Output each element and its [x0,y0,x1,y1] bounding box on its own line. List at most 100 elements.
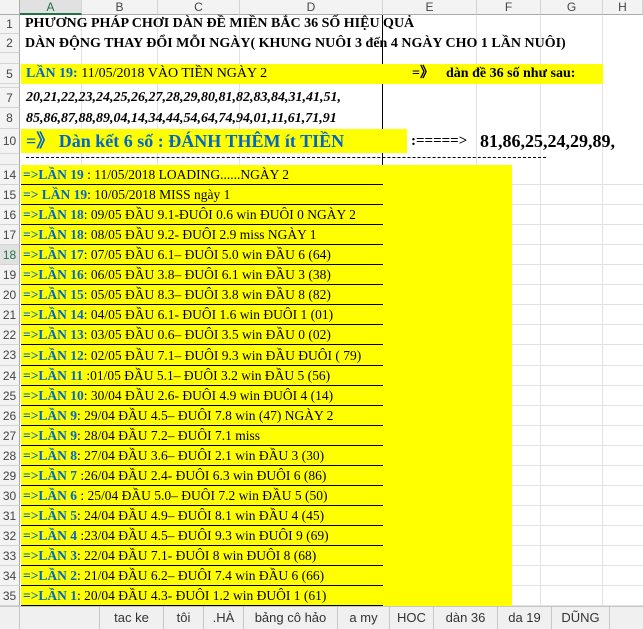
lan-prefix: =>LẦN 18 [23,207,84,222]
lan-prefix: =>LẦN 8 [23,448,78,463]
row-header[interactable]: 2 [0,34,20,53]
tab-scroll-left-icon[interactable] [0,607,20,629]
gridline [540,15,541,606]
lan-detail: : 24/04 ĐẦU 4.9– ĐUÔI 8.1 win ĐẦU 4 (45) [77,508,325,523]
column-header-g[interactable]: G [541,0,603,15]
lan-detail: :26/04 ĐẦU 2.4- ĐUÔI 6.3 win ĐUÔI 6 (86) [77,468,327,483]
lan-detail: : 20/04 ĐẦU 4.3- ĐUÔI 1.2 win ĐUÔI 1 (61… [77,588,327,603]
column-header-h[interactable]: H [603,0,643,15]
row-header[interactable]: 1 [0,15,20,34]
gridline [512,465,643,466]
sheet-tab[interactable]: dàn 36 [434,607,498,629]
lan-history-row: =>LẦN 14: 04/05 ĐẦU 6.1- ĐUÔI 1.6 win ĐU… [21,305,383,325]
column-header-d[interactable]: D [240,0,383,15]
lan-history-row: =>LẦN 10: 30/04 ĐẦU 2.6- ĐUÔI 4.9 win ĐU… [21,386,383,406]
gridline [512,565,643,566]
column-header-b[interactable]: B [82,0,158,15]
spreadsheet-grid[interactable]: A B C D E F G H 1 2 5 7 8 10 14 15 16 17 18 1… [0,0,643,629]
row-header[interactable]: 21 [0,305,20,325]
row-header[interactable]: 16 [0,205,20,225]
row-header[interactable]: 24 [0,366,20,386]
row5-right-label: dàn đề 36 số như sau: [446,66,576,81]
row-header[interactable]: 29 [0,466,20,486]
row-header[interactable]: 20 [0,285,20,305]
row-header[interactable]: 34 [0,566,20,586]
row-header[interactable]: 32 [0,526,20,546]
lan-prefix: =>LẦN 6 [23,488,78,503]
gridline [512,385,643,386]
lan-history-row: =>LẦN 16: 06/05 ĐẦU 3.8– ĐUÔI 6.1 win ĐẦ… [21,265,383,285]
lan-history-row: =>LẦN 6 : 25/04 ĐẦU 5.0– ĐUÔI 7.2 win ĐẦ… [21,486,383,506]
column-header-f[interactable]: F [477,0,541,15]
tab-navigation-gap [20,607,100,629]
lan-prefix: =>LẦN 3 [23,548,78,563]
row-header[interactable]: 26 [0,406,20,426]
row-header-hidden-gap [0,53,20,64]
row-header[interactable]: 31 [0,506,20,526]
gridline [602,15,603,606]
row-header[interactable]: 19 [0,265,20,285]
row-header[interactable]: 22 [0,325,20,345]
column-header-c[interactable]: C [158,0,240,15]
gridline [512,445,643,446]
lan-prefix: =>LẦN 1 [23,588,78,603]
lan-detail: : 04/05 ĐẦU 6.1- ĐUÔI 1.6 win ĐUÔI 1 (01… [83,307,334,322]
row-header[interactable]: 10 [0,129,20,154]
lan-history-row: =>LẦN 15: 05/05 ĐẦU 8.3– ĐUÔI 3.8 win ĐẦ… [21,285,383,305]
column-header-e[interactable]: E [383,0,477,15]
row-header[interactable]: 33 [0,546,20,566]
row-header[interactable]: 8 [0,108,20,129]
number-list-row8: 85,86,87,88,89,04,14,34,44,54,64,74,94,0… [26,111,337,126]
row-header[interactable]: 18 [0,245,20,265]
sheet-tab[interactable]: tôi [164,607,204,629]
column-header-a[interactable]: A [20,0,82,15]
column-e-highlight [383,165,512,606]
sheet-tab[interactable]: bảng cô hảo [244,607,338,629]
lan-prefix: =>LẦN 14 [23,307,84,322]
select-all-corner[interactable] [0,0,20,15]
gridline [512,324,643,325]
row5-date-text: 11/05/2018 VÀO TIỀN NGÀY 2 [77,66,268,81]
lan-detail: : 08/05 ĐẦU 9.2- ĐUÔI 2.9 miss NGÀY 1 [83,227,317,242]
number-list-row7: 20,21,22,23,24,25,26,27,28,29,80,81,82,8… [26,90,341,105]
row-header[interactable]: 5 [0,64,20,84]
gridline [512,485,643,486]
lan-prefix: =>LẦN 18 [23,227,84,242]
sheet-title-line-2: DÀN ĐỘNG THAY ĐỔI MỖI NGÀY( KHUNG NUÔI 3… [25,36,566,51]
lan-history-row: =>LẦN 9: 29/04 ĐẦU 4.5– ĐUÔI 7.8 win (47… [21,406,383,426]
gridline [512,204,643,205]
lan-detail: : 21/04 ĐẦU 6.2– ĐUÔI 7.4 win ĐẦU 6 (66) [77,568,325,583]
sheet-tab[interactable]: HOC [390,607,434,629]
lan-prefix: =>LẦN 13 [23,327,84,342]
lan-detail: : 09/05 ĐẦU 9.1-ĐUÔI 0.6 win ĐUÔI 0 NGÀY… [83,207,356,222]
row-header[interactable]: 17 [0,225,20,245]
row-header[interactable]: 30 [0,486,20,506]
lan-prefix: =>LẦN 9 [23,408,78,423]
row-header[interactable]: 15 [0,185,20,205]
sheet-tab[interactable]: .HÀ [204,607,244,629]
row-header[interactable]: 35 [0,586,20,606]
lan-detail: : 03/05 ĐẦU 0.6– ĐUÔI 3.5 win ĐẦU 0 (02) [83,327,331,342]
sheet-tab[interactable]: tac ke [100,607,164,629]
sheet-tab[interactable]: da 19 [498,607,552,629]
lan-detail: :23/04 ĐẦU 4.5– ĐUÔI 9.3 win ĐUÔI 9 (69) [77,528,329,543]
row-header[interactable]: 27 [0,426,20,446]
row-header[interactable]: 23 [0,345,20,366]
lan-history-row: =>LẦN 9: 28/04 ĐẦU 7.2– ĐUÔI 7.1 miss [21,426,383,446]
lan-history-row: =>LẦN 18: 09/05 ĐẦU 9.1-ĐUÔI 0.6 win ĐUÔ… [21,205,383,225]
gridline [512,525,643,526]
row-header[interactable]: 7 [0,88,20,108]
lan-prefix: => LẦN 19 [23,187,88,202]
sheet-tab[interactable]: a my [338,607,390,629]
lan-history-row: =>LẦN 2: 21/04 ĐẦU 6.2– ĐUÔI 7.4 win ĐẦU… [21,566,383,586]
lan-detail: : 11/05/2018 LOADING......NGÀY 2 [83,167,290,182]
sheet-tab[interactable]: DŨNG [552,607,610,629]
lan-prefix: =>LẦN 17 [23,247,84,262]
lan-prefix: =>LẦN 12 [23,348,84,363]
row-header[interactable]: 25 [0,386,20,406]
row-header[interactable]: 14 [0,165,20,185]
lan-prefix: =>LẦN 16 [23,267,84,282]
lan-prefix: =>LẦN 15 [23,287,84,302]
lan-detail: : 28/04 ĐẦU 7.2– ĐUÔI 7.1 miss [77,428,261,443]
row-header[interactable]: 28 [0,446,20,466]
